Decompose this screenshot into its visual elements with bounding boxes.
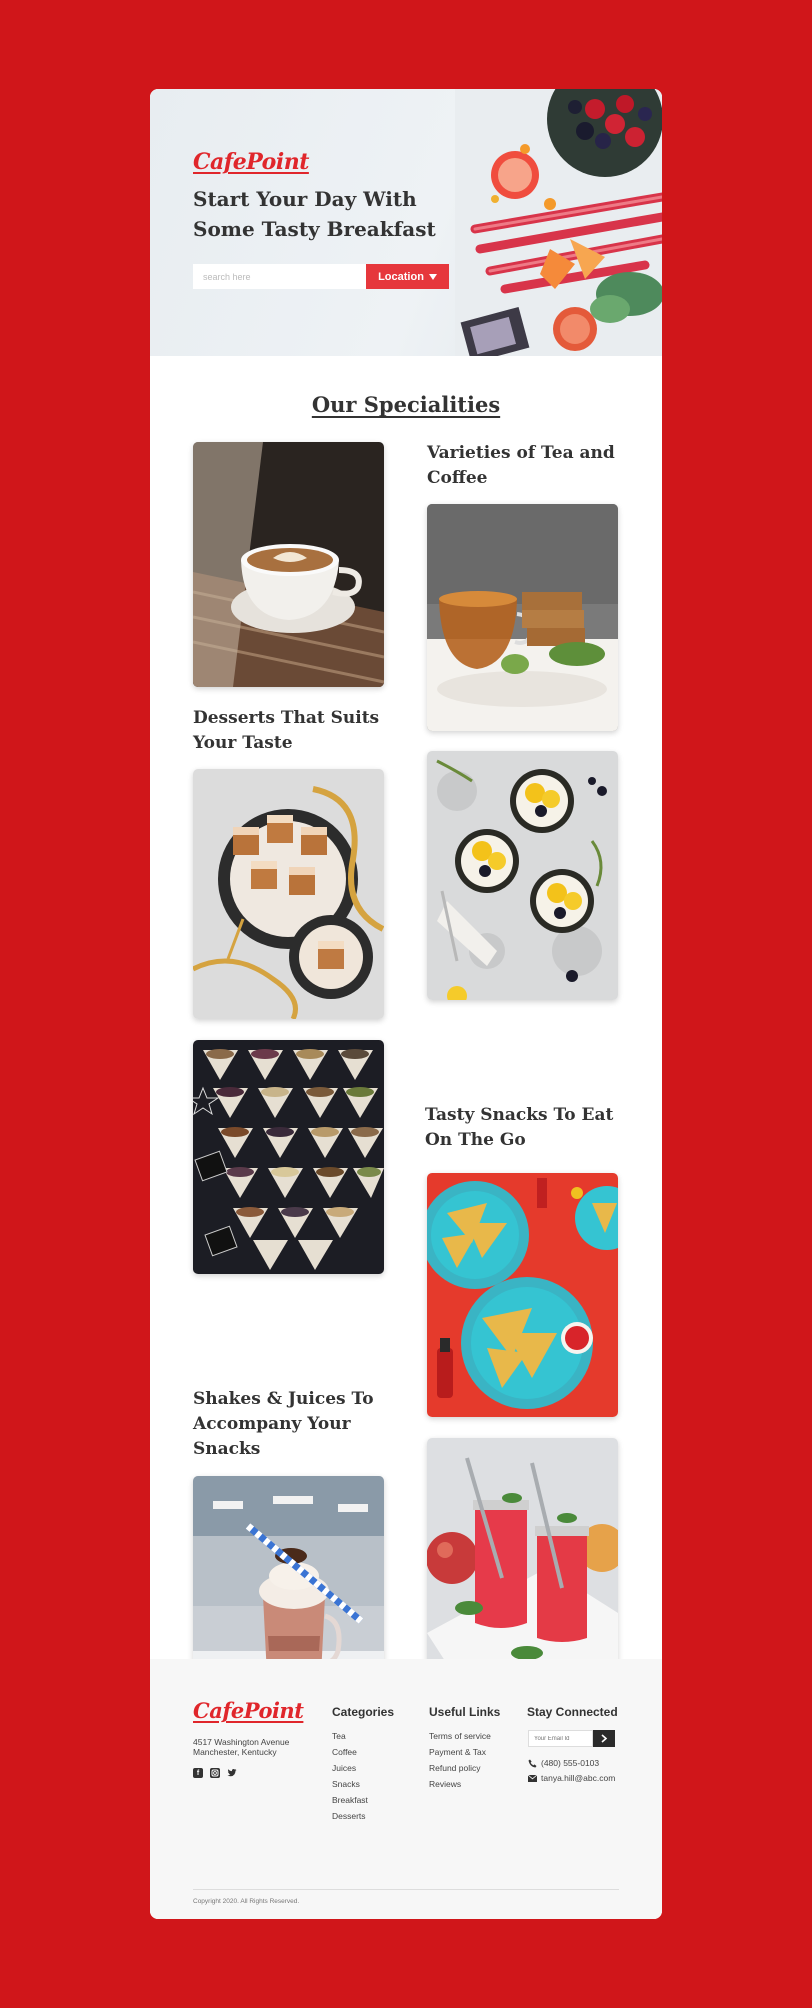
footer-stay-connected: Stay Connected [527, 1705, 618, 1728]
category-title-shakes: Shakes & Juices To Accompany Your Snacks [193, 1389, 374, 1459]
juice-image[interactable] [427, 1438, 618, 1695]
phone-number: (480) 555-0103 [541, 1758, 600, 1768]
email-address: tanya.hill@abc.com [541, 1773, 616, 1783]
phone-icon [528, 1759, 537, 1767]
footer-link-refund[interactable]: Refund policy [429, 1760, 500, 1776]
footer-link-snacks[interactable]: Snacks [332, 1776, 394, 1792]
useful-links-heading: Useful Links [429, 1705, 501, 1719]
footer-link-breakfast[interactable]: Breakfast [332, 1792, 394, 1808]
category-title-desserts: Desserts That Suits Your Taste [193, 708, 380, 753]
categories-heading: Categories [332, 1705, 395, 1719]
footer-address: 4517 Washington Avenue Manchester, Kentu… [193, 1737, 303, 1757]
snacks-stand-image[interactable] [193, 1040, 384, 1274]
footer: CafePoint 4517 Washington Avenue Manches… [150, 1659, 662, 1919]
location-button-label: Location [378, 270, 424, 283]
newsletter-submit-button[interactable] [593, 1730, 615, 1747]
brand-logo[interactable]: CafePoint [193, 149, 309, 175]
footer-link-terms[interactable]: Terms of service [429, 1728, 500, 1744]
mail-icon [528, 1774, 537, 1782]
footer-link-juices[interactable]: Juices [332, 1760, 394, 1776]
footer-link-payment-tax[interactable]: Payment & Tax [429, 1744, 500, 1760]
facebook-icon[interactable]: f [193, 1768, 203, 1778]
footer-useful-links: Useful Links Terms of service Payment & … [429, 1705, 500, 1792]
nachos-image[interactable] [427, 1173, 618, 1417]
footer-link-tea[interactable]: Tea [332, 1728, 394, 1744]
contact-email[interactable]: tanya.hill@abc.com [528, 1773, 615, 1783]
footer-link-coffee[interactable]: Coffee [332, 1744, 394, 1760]
stay-connected-heading: Stay Connected [527, 1705, 618, 1719]
footer-logo[interactable]: CafePoint [193, 1698, 304, 1723]
footer-divider [193, 1889, 619, 1890]
twitter-icon[interactable] [227, 1768, 237, 1778]
category-title-snacks: Tasty Snacks To Eat On The Go [425, 1105, 614, 1150]
instagram-icon[interactable] [210, 1768, 220, 1778]
footer-link-reviews[interactable]: Reviews [429, 1776, 500, 1792]
search-input[interactable] [193, 264, 366, 289]
hero-fruit-image [455, 89, 662, 356]
desserts-image[interactable] [193, 769, 384, 1019]
address-line-2: Manchester, Kentucky [193, 1747, 277, 1757]
location-button[interactable]: Location [366, 264, 449, 289]
hero-title: Start Your Day With Some Tasty Breakfast [193, 187, 436, 241]
contact-phone[interactable]: (480) 555-0103 [528, 1758, 599, 1768]
section-title: Our Specialities [311, 392, 501, 417]
page-card: CafePoint Start Your Day With Some Tasty… [150, 89, 662, 1919]
tea-image[interactable] [427, 504, 618, 731]
address-line-1: 4517 Washington Avenue [193, 1737, 290, 1747]
tarts-image[interactable] [427, 751, 618, 1000]
newsletter-email-input[interactable] [528, 1730, 593, 1747]
coffee-image[interactable] [193, 442, 384, 687]
hero-banner: CafePoint Start Your Day With Some Tasty… [150, 89, 662, 356]
footer-link-desserts[interactable]: Desserts [332, 1808, 394, 1824]
social-links: f [193, 1768, 237, 1778]
chevron-right-icon [601, 1734, 608, 1743]
footer-categories: Categories Tea Coffee Juices Snacks Brea… [332, 1705, 394, 1824]
caret-down-icon [428, 273, 437, 280]
category-title-tea-coffee: Varieties of Tea and Coffee [427, 443, 615, 488]
copyright-text: Copyright 2020. All Rights Reserved. [193, 1898, 300, 1905]
